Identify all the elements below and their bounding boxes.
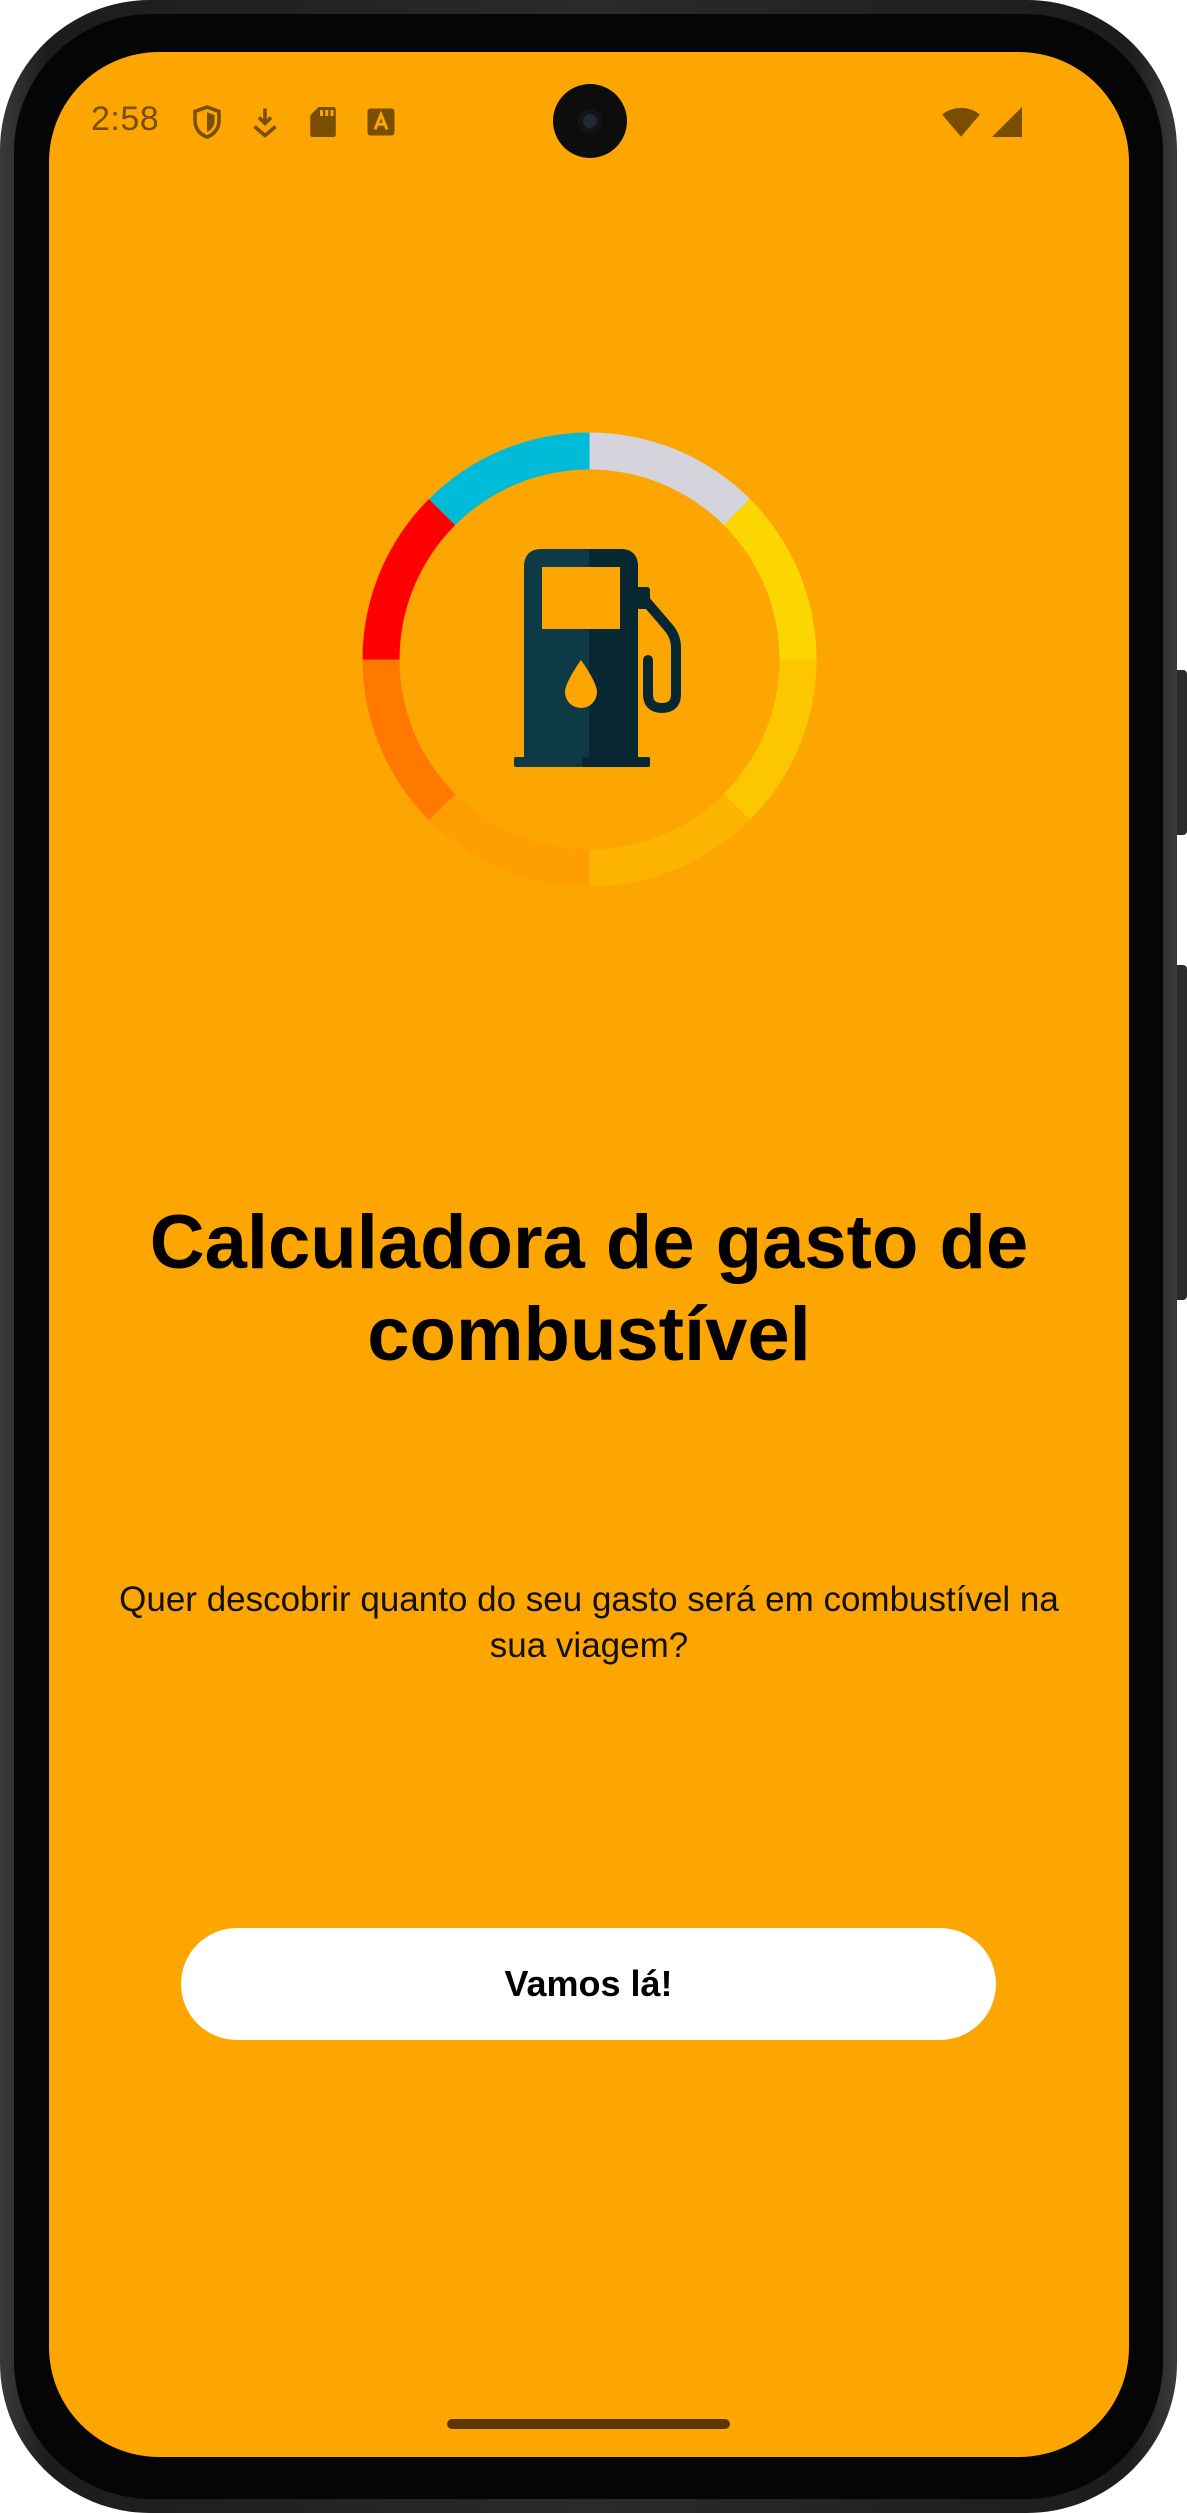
front-camera (553, 84, 627, 158)
page-title: Calculadora de gasto de combustível (149, 1200, 1029, 1377)
home-indicator[interactable] (447, 2419, 730, 2429)
fuel-pump-icon (514, 549, 681, 767)
ring-segment (362, 498, 456, 660)
cell-signal-icon (992, 107, 1022, 137)
ring-segment (589, 793, 751, 887)
sd-card-icon (310, 107, 336, 137)
ring-segment (362, 659, 456, 821)
shield-icon (193, 105, 221, 139)
download-icon (253, 108, 277, 138)
fuel-logo (362, 432, 817, 887)
ring-segment (428, 793, 590, 887)
ring-segment (428, 432, 590, 526)
app-screen: 2:58 Calculadora de gasto de combustível… (49, 52, 1129, 2457)
ring-segment (589, 432, 751, 526)
wifi-icon (942, 107, 980, 137)
status-bar: 2:58 (49, 52, 1129, 192)
volume-button (1177, 670, 1187, 835)
ring-segment (723, 659, 817, 821)
status-time: 2:58 (91, 100, 160, 138)
keyboard-a-icon (367, 108, 395, 136)
device-frame: 2:58 Calculadora de gasto de combustível… (0, 0, 1187, 2513)
page-subtitle: Quer descobrir quanto do seu gasto será … (119, 1580, 1059, 1665)
start-button[interactable]: Vamos lá! (181, 1928, 996, 2040)
power-button (1177, 965, 1187, 1300)
ring-segment (723, 498, 817, 660)
